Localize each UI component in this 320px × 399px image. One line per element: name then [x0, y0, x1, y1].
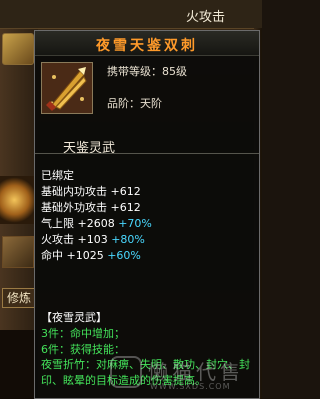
stat-row: 命中 +1025 +60%: [41, 247, 141, 263]
inventory-slot[interactable]: [2, 236, 34, 268]
stat-name: 命中: [41, 249, 63, 262]
top-right-label: 火攻击: [186, 10, 226, 25]
stat-name: 火攻击: [41, 233, 74, 246]
stat-percent: +60%: [107, 249, 141, 262]
item-title: 夜雪天鉴双刺: [96, 38, 198, 54]
watermark: 懒猫代售 WWW.SXDS.COM: [110, 352, 260, 396]
divider: [35, 153, 259, 154]
watermark-logo-icon: [110, 356, 142, 388]
stat-value: +103: [77, 233, 108, 246]
panel-footer: [0, 330, 38, 399]
stat-row: 火攻击 +103 +80%: [41, 231, 145, 247]
dual-dagger-icon: [41, 62, 93, 114]
stat-row: 基础外功攻击 +612: [41, 199, 141, 215]
inventory-slot[interactable]: [2, 33, 34, 65]
stat-percent: +70%: [118, 217, 152, 230]
stat-name: 气上限: [41, 217, 74, 230]
stat-value: +612: [110, 201, 141, 214]
item-grade: 品阶：天阶: [107, 97, 162, 110]
ring-item-icon[interactable]: [0, 176, 36, 224]
set-bonus-3: 3件：命中增加；: [41, 327, 125, 340]
bound-status: 已绑定: [41, 169, 74, 182]
stat-name: 基础外功攻击: [41, 201, 107, 214]
stat-percent: +80%: [111, 233, 145, 246]
stat-row: 基础内功攻击 +612: [41, 183, 141, 199]
watermark-url: WWW.SXDS.COM: [150, 382, 231, 391]
watermark-text: 懒猫代售: [148, 360, 244, 384]
stat-value: +2608: [77, 217, 115, 230]
stat-value: +1025: [66, 249, 104, 262]
required-level: 携带等级：85级: [107, 65, 187, 78]
set-title: 【夜雪灵武】: [41, 311, 107, 324]
stat-row: 气上限 +2608 +70%: [41, 215, 152, 231]
stat-name: 基础内功攻击: [41, 185, 107, 198]
item-tooltip: 夜雪天鉴双刺 携带等级：85级 品阶：天阶 天鉴灵武 已绑定 基础内功攻击 +6…: [34, 30, 260, 399]
cultivate-button[interactable]: 修炼: [2, 288, 36, 308]
stat-value: +612: [110, 185, 141, 198]
